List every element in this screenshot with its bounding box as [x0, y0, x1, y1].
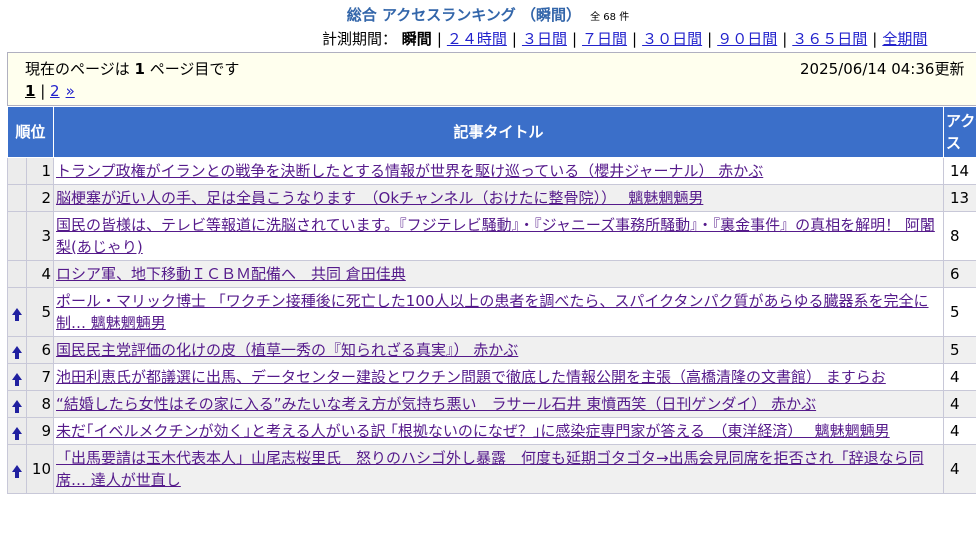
- up-arrow-icon: [12, 346, 22, 359]
- article-link[interactable]: 脳梗塞が近い人の手、足は全員こうなります （Okチャンネル（おけたに整骨院）） …: [56, 189, 703, 207]
- article-link[interactable]: 未だ｢イベルメクチンが効く｣と考える人がいる訳 ｢根拠ないのになぜ？｣に感染症専…: [56, 422, 890, 440]
- access-count-cell: 6: [943, 260, 976, 288]
- access-count-cell: 4: [943, 390, 976, 418]
- table-row: 8 “結婚したら女性はその家に入る”みたいな考え方が気持ち悪い ラサール石井 東憤…: [7, 390, 976, 418]
- access-count-cell: 5: [943, 287, 976, 337]
- page-info-box: 現在のページは 1 ページ目です 2025/06/14 04:36更新 1 | …: [7, 52, 976, 106]
- access-count-cell: 5: [943, 336, 976, 364]
- article-link[interactable]: ロシア軍、地下移動ＩＣＢＭ配備へ 共同 倉田佳典: [56, 265, 406, 283]
- title-cell: 国民の皆様は、テレビ等報道に洗脳されています。『フジテレビ騒動』・『ジャニーズ事…: [53, 211, 945, 261]
- title-cell: ロシア軍、地下移動ＩＣＢＭ配備へ 共同 倉田佳典: [53, 260, 945, 288]
- rank-change-cell: [7, 184, 27, 212]
- pager-page-2[interactable]: 2: [50, 82, 60, 100]
- table-row: 3 国民の皆様は、テレビ等報道に洗脳されています。『フジテレビ騒動』・『ジャニーズ…: [7, 211, 976, 261]
- title-cell: 未だ｢イベルメクチンが効く｣と考える人がいる訳 ｢根拠ないのになぜ？｣に感染症専…: [53, 417, 945, 445]
- rank-cell: 10: [25, 444, 55, 494]
- updated-timestamp: 2025/06/14 04:36更新: [800, 60, 965, 78]
- title-cell: “結婚したら女性はその家に入る”みたいな考え方が気持ち悪い ラサール石井 東憤西…: [53, 390, 945, 418]
- period-link-7d[interactable]: ７日間: [582, 30, 627, 48]
- current-page-text: 現在のページは 1 ページ目です: [25, 60, 240, 78]
- table-row: 4 ロシア軍、地下移動ＩＣＢＭ配備へ 共同 倉田佳典 6: [7, 260, 976, 288]
- title-cell: 「出馬要請は玉木代表本人」山尾志桜里氏 怒りのハシゴ外し暴露 何度も延期ゴタゴタ…: [53, 444, 945, 494]
- ranking-table: 順位 記事タイトル アクセス 1トランプ政権がイランとの戦争を決断したとする情報…: [6, 106, 976, 494]
- rank-cell: 9: [25, 417, 55, 445]
- rank-cell: 4: [25, 260, 55, 288]
- rank-change-cell: [7, 211, 27, 261]
- period-current: 瞬間: [401, 30, 432, 48]
- pager-next[interactable]: »: [66, 82, 75, 100]
- up-arrow-icon: [12, 373, 22, 386]
- rank-cell: 1: [25, 157, 55, 185]
- up-arrow-icon: [12, 465, 22, 478]
- rank-change-cell: [7, 336, 27, 364]
- period-link-90d[interactable]: ９０日間: [717, 30, 777, 48]
- rank-change-cell: [7, 157, 27, 185]
- article-link[interactable]: 「出馬要請は玉木代表本人」山尾志桜里氏 怒りのハシゴ外し暴露 何度も延期ゴタゴタ…: [56, 449, 924, 489]
- up-arrow-icon: [12, 400, 22, 413]
- table-row: 2 脳梗塞が近い人の手、足は全員こうなります （Okチャンネル（おけたに整骨院））…: [7, 184, 976, 212]
- table-row: 10 「出馬要請は玉木代表本人」山尾志桜里氏 怒りのハシゴ外し暴露 何度も延期ゴタ…: [7, 444, 976, 494]
- up-arrow-icon: [12, 308, 22, 321]
- title-cell: ポール・マリック博士 「ワクチン接種後に死亡した100人以上の患者を調べたら、ス…: [53, 287, 945, 337]
- access-count-cell: 14: [943, 157, 976, 185]
- access-count-cell: 4: [943, 417, 976, 445]
- access-count-cell: 13: [943, 184, 976, 212]
- page-header: 総合 アクセスランキング （瞬間） 全 68 件: [0, 4, 976, 25]
- rank-cell: 3: [25, 211, 55, 261]
- period-label: 計測期間：: [322, 30, 398, 48]
- rank-change-cell: [7, 444, 27, 494]
- page-title: 総合 アクセスランキング （瞬間）: [346, 6, 582, 24]
- period-link-30d[interactable]: ３０日間: [642, 30, 702, 48]
- rank-change-cell: [7, 390, 27, 418]
- table-row: 7 池田利恵氏が都議選に出馬、データセンター建設とワクチン問題で徹底した情報公開を…: [7, 363, 976, 391]
- title-cell: 池田利恵氏が都議選に出馬、データセンター建設とワクチン問題で徹底した情報公開を主…: [53, 363, 945, 391]
- title-cell: 国民民主党評価の化けの皮（植草一秀の『知られざる真実』） 赤かぶ: [53, 336, 945, 364]
- title-cell: 脳梗塞が近い人の手、足は全員こうなります （Okチャンネル（おけたに整骨院）） …: [53, 184, 945, 212]
- rank-cell: 7: [25, 363, 55, 391]
- rank-change-cell: [7, 260, 27, 288]
- article-link[interactable]: 池田利恵氏が都議選に出馬、データセンター建設とワクチン問題で徹底した情報公開を主…: [56, 368, 886, 386]
- article-link[interactable]: 国民民主党評価の化けの皮（植草一秀の『知られざる真実』） 赤かぶ: [56, 341, 518, 359]
- table-header-row: 順位 記事タイトル アクセス: [6, 106, 976, 158]
- rank-cell: 6: [25, 336, 55, 364]
- table-row: 1 トランプ政権がイランとの戦争を決断したとする情報が世界を駆け巡っている（櫻井ジ…: [7, 157, 976, 185]
- pagination: 1 | 2»: [25, 82, 75, 100]
- article-link[interactable]: トランプ政権がイランとの戦争を決断したとする情報が世界を駆け巡っている（櫻井ジャ…: [56, 162, 763, 180]
- period-link-365d[interactable]: ３６５日間: [792, 30, 867, 48]
- col-header-rank: 順位: [6, 106, 55, 158]
- access-count-cell: 4: [943, 363, 976, 391]
- period-link-24h[interactable]: ２４時間: [447, 30, 507, 48]
- total-count: 全 68 件: [590, 12, 630, 23]
- period-selector: 計測期間： 瞬間 | ２４時間 | ３日間 | ７日間 | ３０日間 | ９０日間 | ３６５日間 | 全期…: [322, 30, 928, 48]
- rank-cell: 8: [25, 390, 55, 418]
- article-link[interactable]: ポール・マリック博士 「ワクチン接種後に死亡した100人以上の患者を調べたら、ス…: [56, 292, 929, 332]
- period-link-3d[interactable]: ３日間: [522, 30, 567, 48]
- table-row: 6 国民民主党評価の化けの皮（植草一秀の『知られざる真実』） 赤かぶ 5: [7, 336, 976, 364]
- rank-change-cell: [7, 287, 27, 337]
- pager-current: 1: [25, 82, 36, 100]
- table-row: 5 ポール・マリック博士 「ワクチン接種後に死亡した100人以上の患者を調べたら、…: [7, 287, 976, 337]
- access-count-cell: 4: [943, 444, 976, 494]
- period-link-all[interactable]: 全期間: [882, 30, 927, 48]
- title-cell: トランプ政権がイランとの戦争を決断したとする情報が世界を駆け巡っている（櫻井ジャ…: [53, 157, 945, 185]
- col-header-access: アクセス: [943, 106, 976, 158]
- up-arrow-icon: [12, 427, 22, 440]
- rank-cell: 5: [25, 287, 55, 337]
- rank-cell: 2: [25, 184, 55, 212]
- article-link[interactable]: 国民の皆様は、テレビ等報道に洗脳されています。『フジテレビ騒動』・『ジャニーズ事…: [56, 216, 935, 256]
- col-header-title: 記事タイトル: [53, 106, 945, 158]
- article-link[interactable]: “結婚したら女性はその家に入る”みたいな考え方が気持ち悪い ラサール石井 東憤西…: [56, 395, 816, 413]
- table-row: 9 未だ｢イベルメクチンが効く｣と考える人がいる訳 ｢根拠ないのになぜ？｣に感染症…: [7, 417, 976, 445]
- rank-change-cell: [7, 417, 27, 445]
- rank-change-cell: [7, 363, 27, 391]
- access-count-cell: 8: [943, 211, 976, 261]
